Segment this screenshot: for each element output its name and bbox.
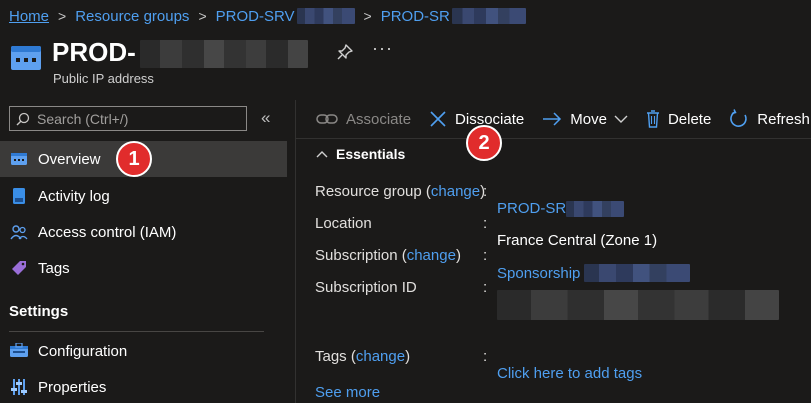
subscription-link[interactable]: Sponsorship: [497, 265, 580, 282]
sidebar-item-tags[interactable]: Tags: [0, 250, 287, 286]
essentials-toggle[interactable]: Essentials: [316, 146, 405, 162]
sidebar-item-label: Overview: [38, 150, 101, 168]
subscription-row: Subscription (change) : Sponsorship: [315, 247, 691, 282]
redacted-subscription-id: [497, 290, 779, 320]
public-ip-icon: [11, 46, 41, 70]
associate-button[interactable]: Associate: [316, 111, 411, 128]
resource-group-row: Resource group (change) : PROD-SR: [315, 183, 625, 217]
delete-button[interactable]: Delete: [646, 110, 711, 128]
redacted-text: [584, 264, 691, 282]
configuration-icon: [10, 342, 28, 360]
pin-icon[interactable]: [336, 43, 354, 61]
search-box[interactable]: [9, 106, 247, 131]
tags-change-link[interactable]: change: [356, 348, 405, 365]
sidebar-item-properties[interactable]: Properties: [0, 369, 287, 403]
tag-icon: [10, 259, 28, 277]
refresh-icon: [730, 109, 748, 127]
collapse-sidebar-icon[interactable]: «: [261, 108, 270, 128]
sidebar-item-label: Configuration: [38, 342, 128, 360]
move-button[interactable]: Move: [542, 111, 628, 128]
resource-group-link[interactable]: PROD-SR: [497, 200, 566, 217]
chevron-right-icon: >: [198, 8, 207, 24]
sidebar-item-label: Activity log: [38, 187, 110, 205]
section-divider: [9, 331, 264, 332]
sidebar-item-label: Access control (IAM): [38, 223, 177, 241]
sidebar-item-access-control[interactable]: Access control (IAM): [0, 214, 287, 250]
overview-icon: [10, 150, 28, 168]
breadcrumb-home[interactable]: Home: [9, 8, 49, 25]
breadcrumb-resource[interactable]: PROD-SR: [381, 8, 450, 25]
people-icon: [10, 223, 28, 241]
command-bar: Associate Dissociate Move Delete Refresh: [316, 106, 811, 132]
trash-icon: [646, 110, 659, 128]
tags-row: Tags (change) : Click here to add tags: [315, 348, 643, 382]
more-options-icon[interactable]: ···: [372, 38, 393, 59]
sidebar-divider: [295, 100, 296, 403]
redacted-text: [566, 200, 625, 217]
subscription-id-row: Subscription ID :: [315, 279, 779, 320]
location-row: Location : France Central (Zone 1): [315, 215, 658, 249]
chevron-right-icon: >: [363, 8, 372, 24]
arrow-right-icon: [543, 112, 562, 126]
redacted-title: [140, 40, 308, 68]
annotation-badge-2: 2: [466, 125, 502, 161]
close-icon: [430, 111, 446, 127]
sidebar-item-label: Properties: [38, 378, 107, 396]
breadcrumb-group[interactable]: PROD-SRV: [216, 8, 295, 25]
redacted-text: [296, 8, 355, 24]
breadcrumb: Home > Resource groups > PROD-SRV > PROD…: [9, 6, 526, 26]
search-icon: [16, 112, 30, 125]
toolbar-divider: [296, 138, 811, 139]
annotation-badge-1: 1: [116, 141, 152, 177]
refresh-button[interactable]: Refresh: [729, 109, 810, 129]
chevron-up-icon: [316, 151, 328, 158]
chevron-right-icon: >: [58, 8, 67, 24]
breadcrumb-resource-groups[interactable]: Resource groups: [75, 8, 189, 25]
sidebar-item-activity-log[interactable]: Activity log: [0, 178, 287, 214]
settings-section-header: Settings: [9, 303, 69, 320]
location-value: France Central (Zone 1): [497, 232, 658, 249]
search-input[interactable]: [37, 110, 237, 127]
activity-log-icon: [10, 187, 28, 205]
page-subtitle: Public IP address: [53, 71, 154, 86]
properties-icon: [10, 378, 28, 396]
page-title: PROD-: [52, 37, 136, 67]
link-icon: [316, 114, 338, 124]
see-more-link[interactable]: See more: [315, 384, 380, 401]
redacted-text: [451, 8, 526, 24]
resource-group-change-link[interactable]: change: [431, 183, 480, 200]
sidebar-item-label: Tags: [38, 259, 70, 277]
subscription-change-link[interactable]: change: [407, 247, 456, 264]
add-tags-link[interactable]: Click here to add tags: [497, 365, 642, 382]
chevron-down-icon: [614, 115, 628, 123]
sidebar-item-configuration[interactable]: Configuration: [0, 333, 287, 369]
